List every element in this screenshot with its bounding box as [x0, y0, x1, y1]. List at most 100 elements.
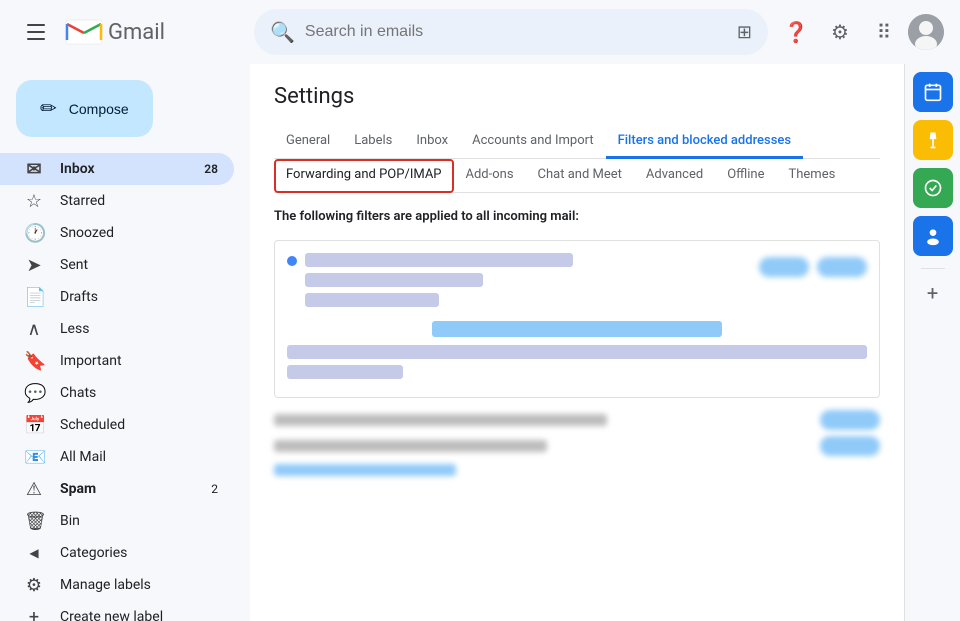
- menu-button[interactable]: [16, 12, 56, 52]
- filter-footer-blurred: [274, 464, 880, 476]
- sidebar-item-bin[interactable]: 🗑 Bin: [0, 505, 234, 537]
- compose-label: Compose: [69, 101, 129, 117]
- tab-addons[interactable]: Add-ons: [454, 159, 526, 193]
- starred-label: Starred: [60, 193, 218, 209]
- filter-indicator: [287, 256, 297, 266]
- filter-list-item-1: [274, 410, 880, 430]
- drafts-icon: 📄: [24, 287, 44, 308]
- right-panel-calendar-icon[interactable]: [913, 72, 953, 112]
- inbox-icon: ✉: [24, 159, 44, 180]
- tab-labels[interactable]: Labels: [342, 125, 404, 159]
- filter-intro-text: The following filters are applied to all…: [274, 209, 880, 224]
- gmail-m-logo: [64, 18, 104, 46]
- tasks-icon: [923, 178, 943, 198]
- less-label: Less: [60, 321, 218, 337]
- chats-label: Chats: [60, 385, 218, 401]
- avatar[interactable]: [908, 14, 944, 50]
- sidebar-item-managelabels[interactable]: ⚙ Manage labels: [0, 569, 234, 601]
- allmail-icon: 📧: [24, 447, 44, 468]
- right-panel: +: [904, 64, 960, 621]
- gmail-label: Gmail: [108, 20, 165, 45]
- createlabel-label: Create new label: [60, 609, 218, 621]
- sidebar-item-inbox[interactable]: ✉ Inbox 28: [0, 153, 234, 185]
- right-panel-add-button[interactable]: +: [927, 281, 938, 305]
- chats-icon: 💬: [24, 383, 44, 404]
- tab-chatmeet[interactable]: Chat and Meet: [526, 159, 634, 193]
- tab-themes[interactable]: Themes: [777, 159, 848, 193]
- scheduled-label: Scheduled: [60, 417, 218, 433]
- allmail-label: All Mail: [60, 449, 218, 465]
- right-panel-contacts-icon[interactable]: [913, 216, 953, 256]
- bin-icon: 🗑: [24, 511, 44, 532]
- tab-accounts[interactable]: Accounts and Import: [460, 125, 605, 159]
- filter-center-block: [287, 321, 867, 337]
- tab-forwarding[interactable]: Forwarding and POP/IMAP: [274, 159, 454, 193]
- tab-advanced[interactable]: Advanced: [634, 159, 715, 193]
- filter-list-item-2: [274, 436, 880, 456]
- drafts-label: Drafts: [60, 289, 218, 305]
- gmail-logo: Gmail: [64, 18, 165, 46]
- compose-button[interactable]: ✏ Compose: [16, 80, 153, 137]
- snoozed-icon: 🕐: [24, 223, 44, 244]
- sent-icon: ➤: [24, 255, 44, 276]
- spam-label: Spam: [60, 481, 195, 497]
- settings-tabs-row2: Forwarding and POP/IMAP Add-ons Chat and…: [274, 159, 880, 193]
- tab-offline[interactable]: Offline: [715, 159, 776, 193]
- bin-label: Bin: [60, 513, 218, 529]
- categories-icon: ◀: [24, 546, 44, 560]
- right-panel-keep-icon[interactable]: [913, 120, 953, 160]
- sidebar-item-categories[interactable]: ◀ Categories: [0, 537, 234, 569]
- search-input[interactable]: [305, 23, 727, 41]
- managelabels-label: Manage labels: [60, 577, 218, 593]
- less-icon: ∧: [24, 319, 44, 340]
- sidebar-item-sent[interactable]: ➤ Sent: [0, 249, 234, 281]
- inbox-badge: 28: [204, 162, 218, 176]
- settings-button[interactable]: ⚙: [820, 12, 860, 52]
- topbar-right: ❓ ⚙ ⠿: [776, 12, 944, 52]
- calendar-icon: [923, 82, 943, 102]
- sidebar-item-drafts[interactable]: 📄 Drafts: [0, 281, 234, 313]
- avatar-image: [908, 14, 944, 50]
- right-panel-tasks-icon[interactable]: [913, 168, 953, 208]
- snoozed-label: Snoozed: [60, 225, 218, 241]
- important-icon: 🔖: [24, 351, 44, 372]
- apps-button[interactable]: ⠿: [864, 12, 904, 52]
- filter-header-1: [287, 253, 867, 313]
- contacts-icon: [923, 226, 943, 246]
- spam-badge: 2: [211, 482, 218, 496]
- sidebar-item-starred[interactable]: ☆ Starred: [0, 185, 234, 217]
- tab-filters[interactable]: Filters and blocked addresses: [606, 125, 803, 159]
- hamburger-icon: [27, 24, 45, 40]
- inbox-label: Inbox: [60, 161, 188, 177]
- settings-tabs-row1: General Labels Inbox Accounts and Import…: [274, 125, 880, 159]
- help-button[interactable]: ❓: [776, 12, 816, 52]
- spam-icon: ⚠: [24, 479, 44, 500]
- starred-icon: ☆: [24, 191, 44, 212]
- sidebar-item-snoozed[interactable]: 🕐 Snoozed: [0, 217, 234, 249]
- categories-label: Categories: [60, 545, 218, 561]
- topbar: Gmail 🔍 ⊞ ❓ ⚙ ⠿: [0, 0, 960, 64]
- sidebar-item-less[interactable]: ∧ Less: [0, 313, 234, 345]
- createlabel-icon: +: [24, 607, 44, 621]
- sidebar-item-spam[interactable]: ⚠ Spam 2: [0, 473, 234, 505]
- scheduled-icon: 📅: [24, 415, 44, 436]
- sidebar-item-chats[interactable]: 💬 Chats: [0, 377, 234, 409]
- sidebar-item-important[interactable]: 🔖 Important: [0, 345, 234, 377]
- search-icon: 🔍: [270, 20, 295, 44]
- filter-section-1: [274, 240, 880, 398]
- tab-general[interactable]: General: [274, 125, 342, 159]
- compose-icon: ✏: [40, 96, 57, 121]
- sidebar-item-allmail[interactable]: 📧 All Mail: [0, 441, 234, 473]
- topbar-left: Gmail: [16, 12, 246, 52]
- search-options-icon[interactable]: ⊞: [737, 22, 752, 43]
- main-layout: ✏ Compose ✉ Inbox 28 ☆ Starred 🕐 Snoozed…: [0, 64, 960, 621]
- managelabels-icon: ⚙: [24, 575, 44, 596]
- sidebar-item-createlabel[interactable]: + Create new label: [0, 601, 234, 621]
- search-bar[interactable]: 🔍 ⊞: [254, 9, 768, 55]
- sent-label: Sent: [60, 257, 218, 273]
- filter-list: [274, 410, 880, 476]
- keep-icon: [923, 130, 943, 150]
- sidebar-item-scheduled[interactable]: 📅 Scheduled: [0, 409, 234, 441]
- filter-actions-1: [759, 257, 867, 277]
- tab-inbox[interactable]: Inbox: [404, 125, 460, 159]
